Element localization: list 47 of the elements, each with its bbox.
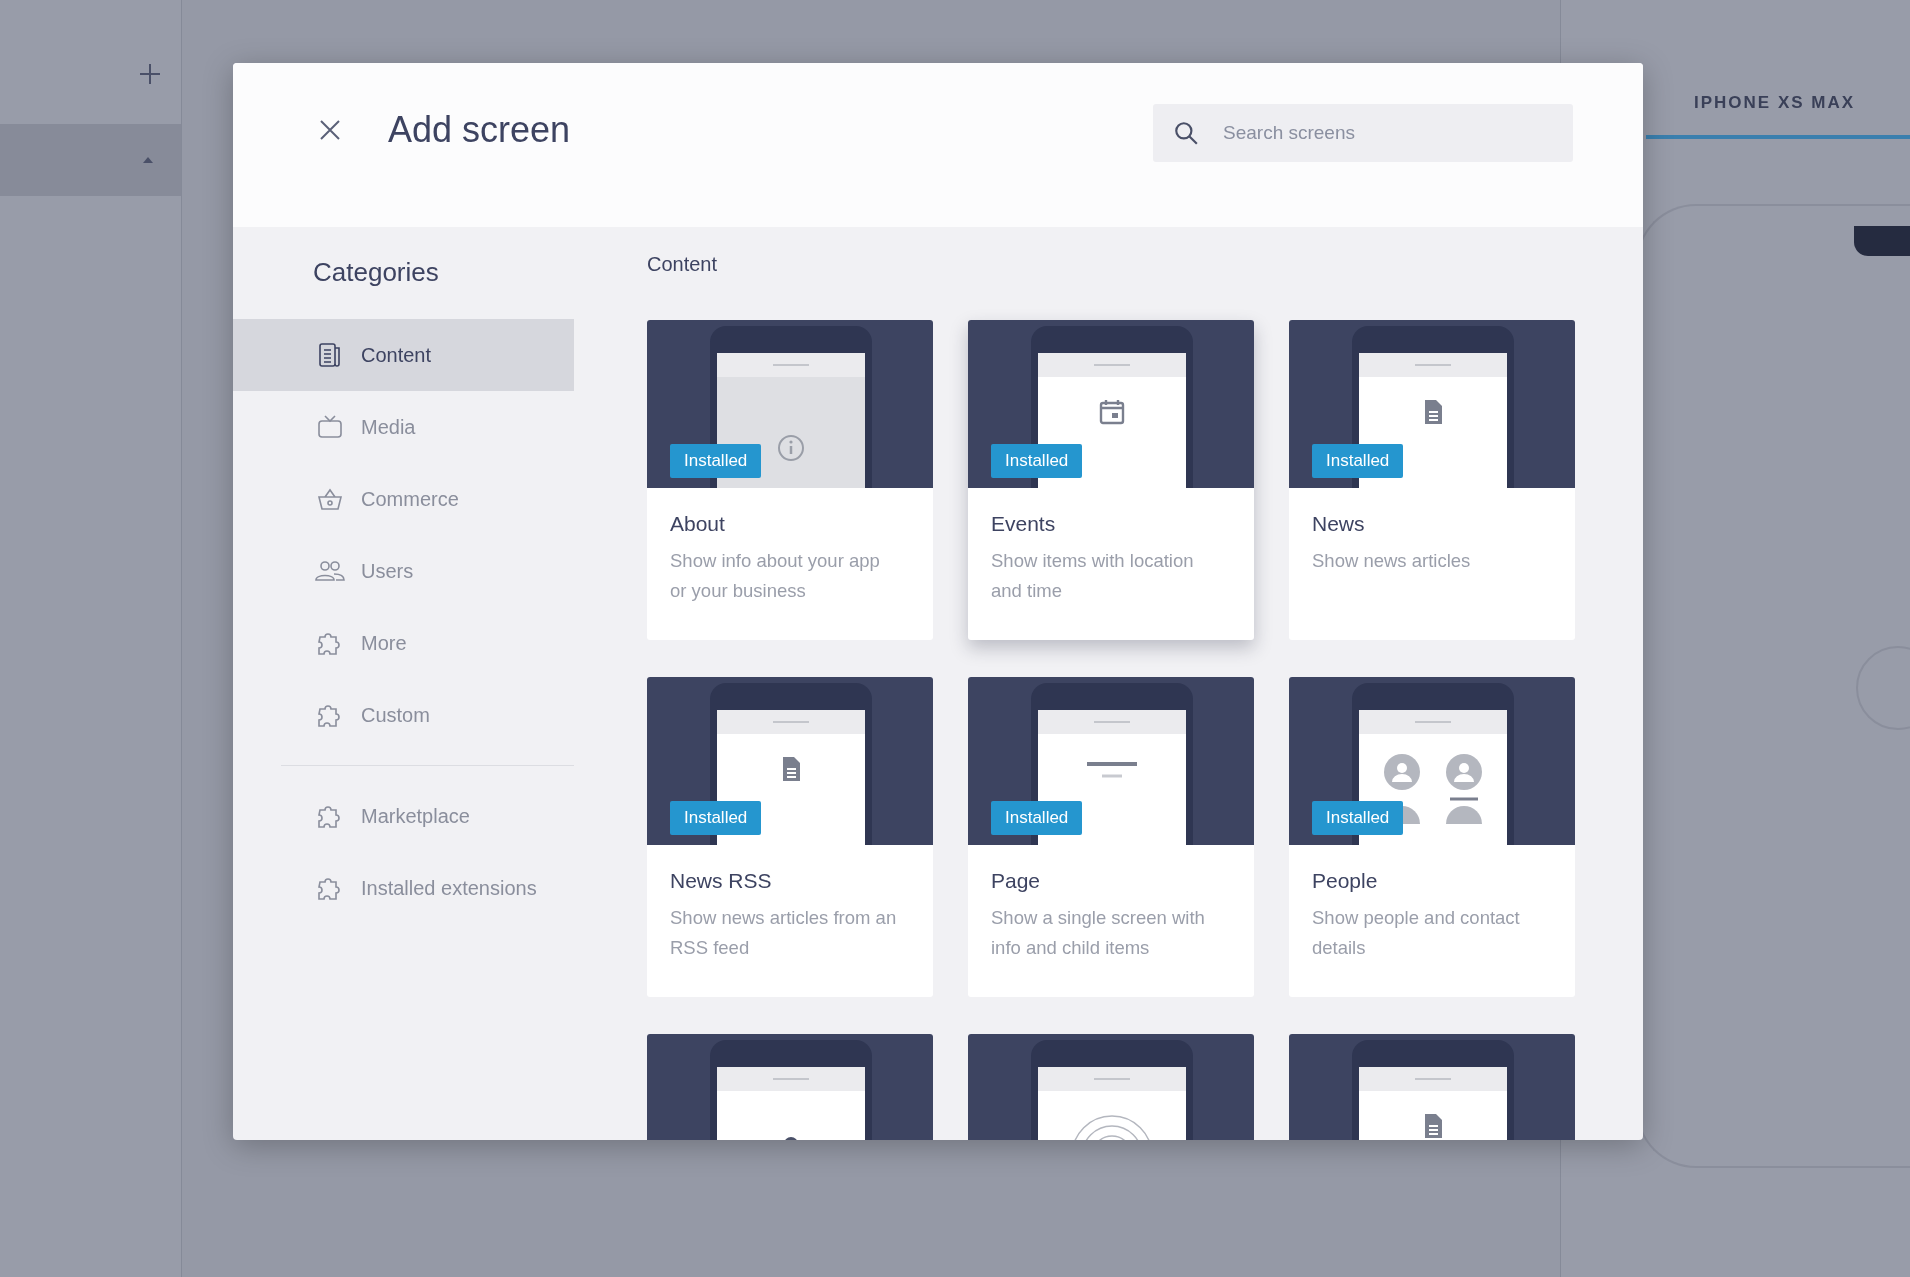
screen-card[interactable]: Installed Events Show items with location and time	[968, 320, 1254, 640]
users-icon	[315, 560, 345, 582]
calendar-icon	[1097, 397, 1127, 427]
search-field[interactable]: Search screens	[1153, 104, 1573, 162]
installed-badge: Installed	[991, 801, 1083, 835]
search-input[interactable]: Search screens	[1221, 121, 1573, 145]
card-description: Show people and contact details	[1312, 906, 1521, 960]
tv-icon	[315, 415, 345, 439]
caret-icon	[143, 157, 153, 163]
screen-card[interactable]: Installed Page Show a single screen with info and child items	[968, 677, 1254, 997]
card-title: Page	[991, 869, 1042, 893]
installed-badge: Installed	[991, 444, 1083, 478]
dialog-title: Add screen	[388, 109, 572, 151]
category-item[interactable]: Media	[233, 391, 574, 463]
device-tab[interactable]: IPHONE XS MAX	[1646, 63, 1910, 139]
card-description: Show items with location and time	[991, 549, 1195, 603]
card-description: Show news articles from an RSS feed	[670, 906, 898, 960]
search-icon	[1173, 120, 1199, 146]
installed-badge: Installed	[1312, 801, 1404, 835]
category-item[interactable]: Marketplace	[233, 780, 574, 852]
category-item[interactable]: Commerce	[233, 463, 574, 535]
card-title: News	[1312, 512, 1366, 536]
screen-card[interactable]: Installed News Show news articles	[1289, 320, 1575, 640]
card-description: Show news articles	[1312, 549, 1472, 573]
card-title: About	[670, 512, 726, 536]
category-item[interactable]: Users	[233, 535, 574, 607]
basket-icon	[315, 487, 345, 511]
screen-card[interactable]: Installed About Show info about your app or your business	[647, 320, 933, 640]
sidebar-heading: Categories	[312, 257, 440, 289]
card-title: Events	[991, 512, 1057, 536]
screen-card[interactable]: Installed People Show people and contact details	[1289, 677, 1575, 997]
card-description: Show info about your app or your business	[670, 549, 881, 603]
info-icon	[776, 433, 806, 463]
installed-badge: Installed	[670, 801, 762, 835]
add-icon[interactable]	[138, 62, 162, 86]
category-item[interactable]: Custom	[233, 679, 574, 751]
card-title: News RSS	[670, 869, 773, 893]
installed-badge: Installed	[1312, 444, 1404, 478]
category-item[interactable]: Content	[233, 319, 574, 391]
section-heading: Content	[647, 253, 719, 276]
card-title: People	[1312, 869, 1379, 893]
category-item[interactable]: More	[233, 607, 574, 679]
close-icon[interactable]	[318, 118, 342, 142]
category-item[interactable]: Installed extensions	[233, 852, 574, 924]
card-description: Show a single screen with info and child items	[991, 906, 1206, 960]
installed-badge: Installed	[670, 444, 762, 478]
screen-card[interactable]: Installed News RSS Show news articles from an RSS feed	[647, 677, 933, 997]
